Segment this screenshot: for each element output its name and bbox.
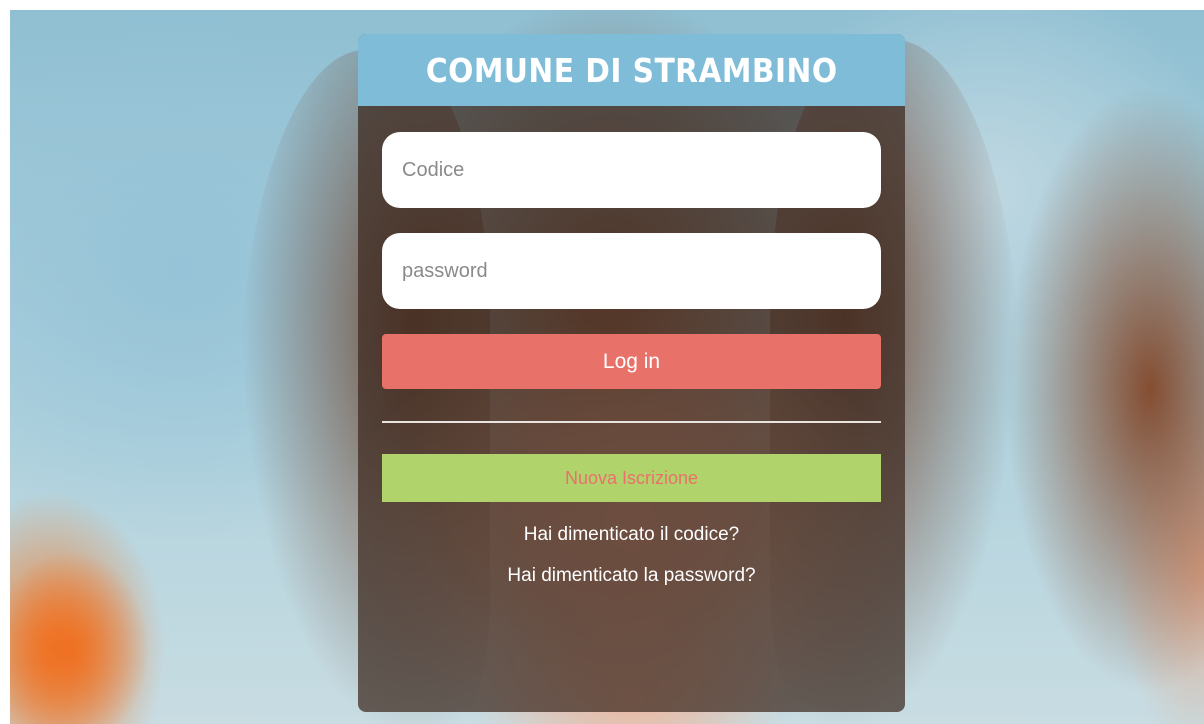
login-card: COMUNE DI STRAMBINO Log in Nuova Iscrizi… [358, 34, 905, 712]
forgot-code-link[interactable]: Hai dimenticato il codice? [358, 524, 905, 546]
card-header: COMUNE DI STRAMBINO [358, 34, 905, 106]
forgot-password-link[interactable]: Hai dimenticato la password? [358, 565, 905, 587]
new-registration-button[interactable]: Nuova Iscrizione [382, 454, 881, 502]
page: COMUNE DI STRAMBINO Log in Nuova Iscrizi… [0, 0, 1204, 724]
divider [382, 421, 881, 423]
codice-input[interactable] [382, 132, 881, 208]
background-shirt [10, 550, 150, 724]
password-input[interactable] [382, 233, 881, 309]
login-button[interactable]: Log in [382, 334, 881, 389]
page-title: COMUNE DI STRAMBINO [425, 50, 838, 90]
